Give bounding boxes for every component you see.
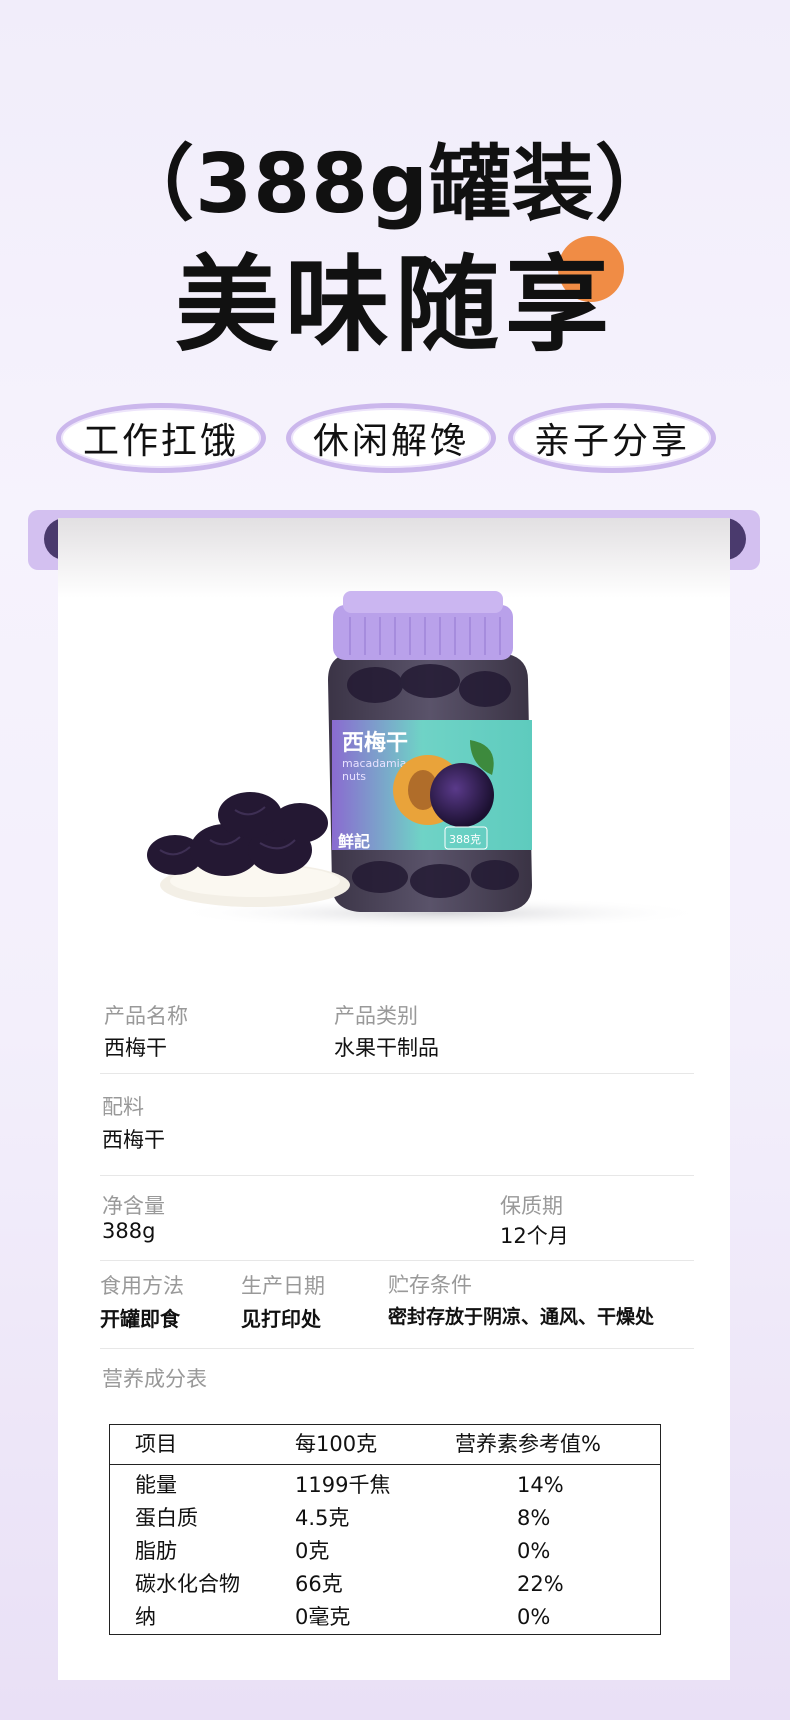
spec-category-value: 水果干制品: [334, 1036, 439, 1060]
label-sub1: macadamia: [342, 757, 406, 770]
nutrition-row: 碳水化合物 66克 22%: [110, 1568, 660, 1601]
divider: [100, 1073, 694, 1074]
spec-shelf-label: 保质期: [500, 1194, 563, 1218]
label-title: 西梅干: [342, 730, 408, 756]
headline-line2: 美味随享: [174, 244, 615, 366]
nutrition-cell: 14%: [517, 1473, 564, 1497]
nutrition-cell: 66克: [295, 1572, 343, 1596]
spec-usage-value: 开罐即食: [100, 1307, 180, 1331]
plum-whole: [430, 763, 494, 827]
nutrition-row: 蛋白质 4.5克 8%: [110, 1502, 660, 1535]
spec-date-value: 见打印处: [241, 1307, 321, 1331]
nutrition-cell: 0%: [517, 1539, 551, 1563]
spec-ingredients-label: 配料: [102, 1095, 144, 1119]
divider: [100, 1348, 694, 1349]
nutrition-header-row: 项目 每100克 营养素参考值%: [110, 1425, 660, 1465]
spec-storage-value: 密封存放于阴凉、通风、干燥处: [388, 1306, 655, 1328]
nutrition-cell: 脂肪: [135, 1539, 177, 1563]
label-net: 388克: [449, 833, 481, 846]
label-sub2: nuts: [342, 770, 366, 783]
spec-name-value: 西梅干: [104, 1036, 167, 1060]
nutrition-cell: 蛋白质: [135, 1506, 198, 1530]
spec-ingredients-value: 西梅干: [102, 1128, 165, 1152]
nutrition-cell: 0毫克: [295, 1605, 351, 1629]
nutrition-row: 能量 1199千焦 14%: [110, 1469, 660, 1502]
spec-usage-label: 食用方法: [100, 1274, 184, 1298]
label-brand: 鲜記: [338, 832, 370, 851]
nutrition-cell: 纳: [135, 1605, 156, 1629]
nutrition-cell: 22%: [517, 1572, 564, 1596]
tag-pill-family: 亲子分享: [508, 403, 716, 473]
spec-date-label: 生产日期: [241, 1274, 325, 1298]
spec-category-label: 产品类别: [334, 1004, 418, 1028]
nutrition-cell: 碳水化合物: [135, 1572, 240, 1596]
tag-pill-snack: 休闲解馋: [286, 403, 496, 473]
divider: [100, 1260, 694, 1261]
nutrition-cell: 8%: [517, 1506, 551, 1530]
nutrition-row: 脂肪 0克 0%: [110, 1535, 660, 1568]
nutrition-header-nrv: 营养素参考值%: [455, 1432, 601, 1456]
divider: [100, 1175, 694, 1176]
spec-shelf-value: 12个月: [500, 1224, 569, 1248]
nutrition-header-per100g: 每100克: [295, 1432, 378, 1456]
nutrition-table: 项目 每100克 营养素参考值% 能量 1199千焦 14% 蛋白质 4.5克 …: [109, 1424, 661, 1635]
nutrition-header-item: 项目: [135, 1432, 177, 1456]
nutrition-cell: 1199千焦: [295, 1473, 391, 1497]
headline-line1: （388g罐装）: [112, 137, 678, 232]
spec-net-label: 净含量: [102, 1194, 165, 1218]
nutrition-cell: 0克: [295, 1539, 330, 1563]
product-image: 西梅干 macadamia nuts 鲜記 388克: [147, 591, 700, 929]
nutrition-table-title: 营养成分表: [102, 1367, 207, 1391]
spec-storage-label: 贮存条件: [388, 1273, 472, 1297]
tag-pill-work: 工作扛饿: [56, 403, 266, 473]
nutrition-cell: 0%: [517, 1605, 551, 1629]
spec-name-label: 产品名称: [104, 1004, 188, 1028]
nutrition-row: 纳 0毫克 0%: [110, 1601, 660, 1634]
nutrition-cell: 4.5克: [295, 1506, 350, 1530]
prunes-on-dish: [147, 792, 328, 876]
spec-net-value: 388g: [102, 1219, 156, 1243]
nutrition-cell: 能量: [135, 1473, 177, 1497]
